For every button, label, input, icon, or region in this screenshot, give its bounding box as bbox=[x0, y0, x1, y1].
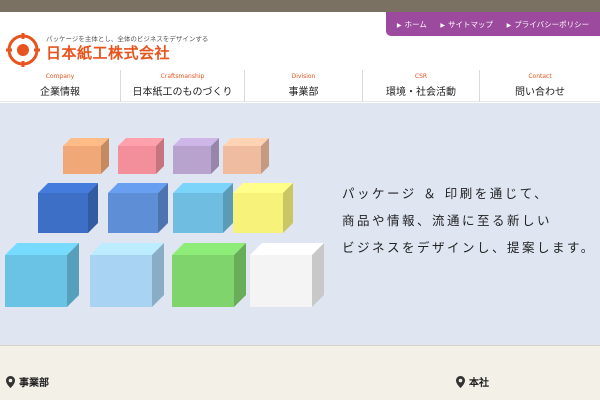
nav-item-en: Company bbox=[45, 73, 75, 80]
paper-block bbox=[90, 243, 164, 307]
company-name[interactable]: 日本紙工株式会社 bbox=[46, 42, 170, 63]
nav-item-en: Contact bbox=[528, 73, 552, 80]
chevron-right-icon: ▶ bbox=[396, 21, 402, 29]
nav-item-label: 日本紙工のものづくり bbox=[132, 87, 233, 98]
util-link-label: ホーム bbox=[404, 19, 427, 29]
paper-block bbox=[38, 183, 98, 233]
nav-item-craftsmanship[interactable]: Craftsmanship 日本紙工のものづくり bbox=[120, 70, 244, 102]
hero-banner: パッケージ ＆ 印刷を通じて、 商品や情報、流通に至る新しい ビジネスをデザイン… bbox=[0, 103, 600, 345]
nav-item-label: 問い合わせ bbox=[515, 87, 565, 98]
chevron-right-icon: ▶ bbox=[440, 21, 446, 29]
paper-block bbox=[233, 183, 293, 233]
paper-block bbox=[108, 183, 168, 233]
headquarters-heading-label: 本社 bbox=[469, 378, 489, 389]
paper-block bbox=[173, 138, 219, 174]
utility-nav: ▶ ホーム ▶ サイトマップ ▶ プライバシーポリシー bbox=[386, 12, 600, 36]
hero-copy-line: ビジネスをデザインし、提案します。 bbox=[342, 240, 596, 255]
lower-section: 事業部 本社 bbox=[0, 345, 600, 400]
paper-block bbox=[118, 138, 164, 174]
nav-item-en: Craftsmanship bbox=[160, 73, 205, 80]
location-pin-icon bbox=[6, 375, 15, 388]
paper-block bbox=[5, 243, 79, 307]
division-heading-label: 事業部 bbox=[19, 378, 49, 389]
paper-block bbox=[172, 243, 246, 307]
hero-copy-line: 商品や情報、流通に至る新しい bbox=[342, 213, 553, 228]
nav-item-en: Division bbox=[291, 73, 316, 80]
hero-copy-line: パッケージ ＆ 印刷を通じて、 bbox=[342, 186, 550, 201]
global-nav: Company 企業情報 Craftsmanship 日本紙工のものづくり Di… bbox=[0, 70, 600, 102]
nav-item-label: 環境・社会活動 bbox=[386, 87, 456, 98]
paper-block bbox=[250, 243, 324, 307]
hero-boxes-illustration bbox=[5, 138, 324, 307]
paper-block bbox=[223, 138, 269, 174]
paper-block bbox=[173, 183, 233, 233]
headquarters-heading: 本社 bbox=[456, 374, 489, 389]
nav-item-contact[interactable]: Contact 問い合わせ bbox=[479, 70, 600, 102]
division-heading: 事業部 bbox=[6, 374, 49, 389]
nav-item-label: 企業情報 bbox=[40, 87, 80, 98]
nav-item-company[interactable]: Company 企業情報 bbox=[0, 70, 120, 102]
paper-block bbox=[63, 138, 109, 174]
util-link-sitemap[interactable]: ▶ サイトマップ bbox=[440, 19, 493, 30]
nav-item-csr[interactable]: CSR 環境・社会活動 bbox=[362, 70, 479, 102]
company-logo-icon[interactable] bbox=[6, 33, 40, 67]
util-link-privacy[interactable]: ▶ プライバシーポリシー bbox=[507, 19, 589, 30]
nav-item-label: 事業部 bbox=[288, 87, 319, 98]
nav-item-division[interactable]: Division 事業部 bbox=[244, 70, 362, 102]
nav-item-en: CSR bbox=[414, 73, 428, 80]
location-pin-icon bbox=[456, 375, 465, 388]
top-bar bbox=[0, 0, 600, 12]
util-link-label: プライバシーポリシー bbox=[514, 19, 590, 29]
chevron-right-icon: ▶ bbox=[506, 21, 512, 29]
util-link-label: サイトマップ bbox=[448, 19, 494, 29]
util-link-home[interactable]: ▶ ホーム bbox=[397, 19, 427, 30]
